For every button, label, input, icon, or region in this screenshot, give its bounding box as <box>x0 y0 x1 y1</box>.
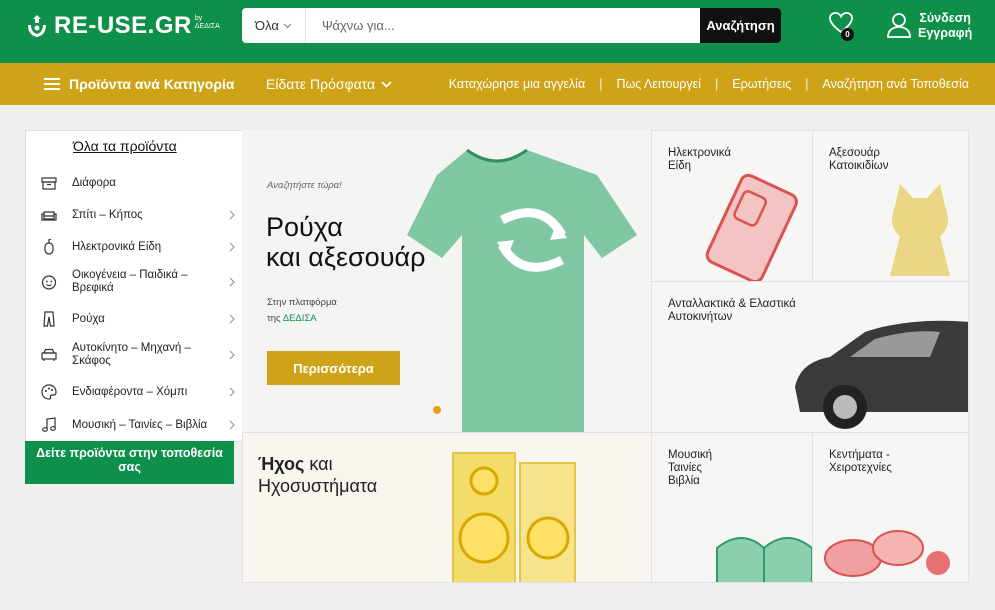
top-header: RE-USE.GR byΔΕΔΙΣΑ Όλα Αναζήτηση 0 Σύνδε… <box>0 0 995 63</box>
chevron-right-icon <box>229 387 235 397</box>
favorites-count-badge: 0 <box>841 28 854 41</box>
top-nav-links: Καταχώρησε μια αγγελία | Πως Λειτουργεί | … <box>449 77 969 91</box>
tile-label: Μουσική Ταινίες Βιβλία <box>668 449 713 487</box>
sidebar-item-music-movies-books[interactable]: Μουσική – Ταινίες – Βιβλία <box>26 414 243 436</box>
logo-subtitle: by ΔΕΔΙΣΑ <box>194 15 220 30</box>
tile-pet-accessories[interactable]: Αξεσουάρ Κατοικιδίων <box>812 130 969 282</box>
tile-auto-parts[interactable]: Ανταλλακτικά & Ελαστικά Αυτοκινήτων <box>651 281 969 433</box>
tile-label: Ανταλλακτικά & Ελαστικά Αυτοκινήτων <box>668 298 796 323</box>
nav-link-post-ad[interactable]: Καταχώρησε μια αγγελία <box>449 77 585 91</box>
logo[interactable]: RE-USE.GR by ΔΕΔΙΣΑ <box>26 12 220 40</box>
tile-label: Ηλεκτρονικά Είδη <box>668 147 731 172</box>
car-icon <box>41 348 57 361</box>
chevron-right-icon <box>229 210 235 220</box>
nav-link-search-by-location[interactable]: Αναζήτηση ανά Τοποθεσία <box>823 77 969 91</box>
categories-menu-button[interactable]: Προϊόντα ανά Κατηγορία <box>69 76 234 92</box>
search-input[interactable] <box>306 8 700 43</box>
chevron-down-icon <box>283 23 292 28</box>
search-category-value: Όλα <box>255 18 279 33</box>
login-register-links[interactable]: Σύνδεση Εγγραφή <box>918 11 972 41</box>
recently-viewed-dropdown[interactable]: Είδατε Πρόσφατα <box>266 76 392 92</box>
sidebar-item-misc[interactable]: Διάφορα <box>26 172 243 194</box>
sidebar-item-home-garden[interactable]: Σπίτι – Κήπος <box>26 204 243 226</box>
sidebar-item-label: Μουσική – Ταινίες – Βιβλία <box>72 418 208 431</box>
tile-label: Κεντήματα - Χειροτεχνίες <box>829 449 892 474</box>
sidebar-item-label: Ρούχα <box>72 312 105 325</box>
tile-label: Ήχος και Ηχοσυστήματα <box>258 454 378 496</box>
tile-label: Αξεσουάρ Κατοικιδίων <box>829 147 889 172</box>
hero-platform-name: της ΔΕΔΙΣΑ <box>267 313 317 324</box>
login-link[interactable]: Σύνδεση <box>918 11 972 26</box>
chevron-right-icon <box>229 420 235 430</box>
hero-platform-text: Στην πλατφόρμα <box>267 297 337 308</box>
chevron-down-icon <box>381 80 392 88</box>
user-icon <box>887 13 911 38</box>
nav-separator: | <box>599 77 603 91</box>
sidebar-item-label: Ηλεκτρονικά Είδη <box>72 240 162 253</box>
sidebar-item-label: Οικογένεια – Παιδικά – Βρεφικά <box>72 269 188 294</box>
tile-music-movies-books[interactable]: Μουσική Ταινίες Βιβλία <box>651 432 813 583</box>
all-products-link[interactable]: Όλα τα προϊόντα <box>73 138 177 154</box>
sidebar-item-label: Διάφορα <box>72 176 116 189</box>
nav-separator: | <box>805 77 809 91</box>
tile-crafts[interactable]: Κεντήματα - Χειροτεχνίες <box>812 432 969 583</box>
sidebar-item-label: Σπίτι – Κήπος <box>72 208 143 221</box>
carousel-dot[interactable] <box>433 406 441 414</box>
mouse-icon <box>44 239 54 255</box>
nav-link-faq[interactable]: Ερωτήσεις <box>732 77 791 91</box>
sidebar-item-hobbies[interactable]: Ενδιαφέροντα – Χόμπι <box>26 381 243 403</box>
trousers-icon <box>43 311 55 327</box>
user-account-button[interactable] <box>886 11 912 39</box>
chevron-right-icon <box>229 314 235 324</box>
chevron-right-icon <box>229 350 235 360</box>
tshirt-recycle-illustration <box>407 148 637 432</box>
sidebar-item-family-kids[interactable]: Οικογένεια – Παιδικά – Βρεφικά <box>26 267 243 297</box>
sidebar-item-electronics[interactable]: Ηλεκτρονικά Είδη <box>26 236 243 258</box>
hero-banner: Αναζητήστε τώρα! Ρούχα και αξεσουάρ Στην… <box>242 130 651 432</box>
nav-separator: | <box>715 77 719 91</box>
category-nav-bar: Προϊόντα ανά Κατηγορία Είδατε Πρόσφατα Κ… <box>0 63 995 105</box>
hero-more-button[interactable]: Περισσότερα <box>267 351 400 385</box>
book-illustration <box>716 537 812 582</box>
hero-kicker: Αναζητήστε τώρα! <box>267 180 342 191</box>
box-icon <box>41 177 57 190</box>
category-sidebar: Όλα τα προϊόντα Διάφορα Σπίτι – Κήπος Ηλ… <box>25 130 242 442</box>
sidebar-item-vehicles[interactable]: Αυτοκίνητο – Μηχανή – Σκάφος <box>26 340 243 370</box>
nav-link-how-it-works[interactable]: Πως Λειτουργεί <box>616 77 701 91</box>
chevron-right-icon <box>229 242 235 252</box>
register-link[interactable]: Εγγραφή <box>918 26 972 41</box>
chevron-right-icon <box>229 277 235 287</box>
cat-illustration <box>890 184 950 276</box>
tile-electronics[interactable]: Ηλεκτρονικά Είδη <box>651 130 813 282</box>
search-button[interactable]: Αναζήτηση <box>700 8 781 43</box>
sidebar-item-label: Ενδιαφέροντα – Χόμπι <box>72 385 188 398</box>
recycle-hands-icon <box>28 15 46 37</box>
yarn-spools-illustration <box>824 530 950 577</box>
hamburger-menu-icon[interactable] <box>44 78 60 90</box>
sidebar-item-clothes[interactable]: Ρούχα <box>26 308 243 330</box>
music-note-icon <box>42 417 56 432</box>
location-products-button[interactable]: Δείτε προϊόντα στην τοποθεσία σας <box>25 441 234 484</box>
tile-sound-systems[interactable]: Ήχος και Ηχοσυστήματα <box>242 432 652 583</box>
sofa-icon <box>41 211 57 221</box>
sidebar-item-label: Αυτοκίνητο – Μηχανή – Σκάφος <box>72 342 191 367</box>
phone-illustration <box>705 173 798 281</box>
car-illustration <box>795 320 968 429</box>
palette-icon <box>41 384 57 400</box>
logo-text: RE-USE.GR <box>54 12 192 39</box>
search-category-select[interactable]: Όλα <box>242 8 306 43</box>
recently-viewed-label: Είδατε Πρόσφατα <box>266 76 376 92</box>
baby-face-icon <box>41 275 57 290</box>
search-bar: Όλα Αναζήτηση <box>242 8 781 43</box>
favorites-button[interactable]: 0 <box>829 12 855 41</box>
speakers-illustration <box>452 452 576 582</box>
hero-title: Ρούχα και αξεσουάρ <box>266 212 426 272</box>
